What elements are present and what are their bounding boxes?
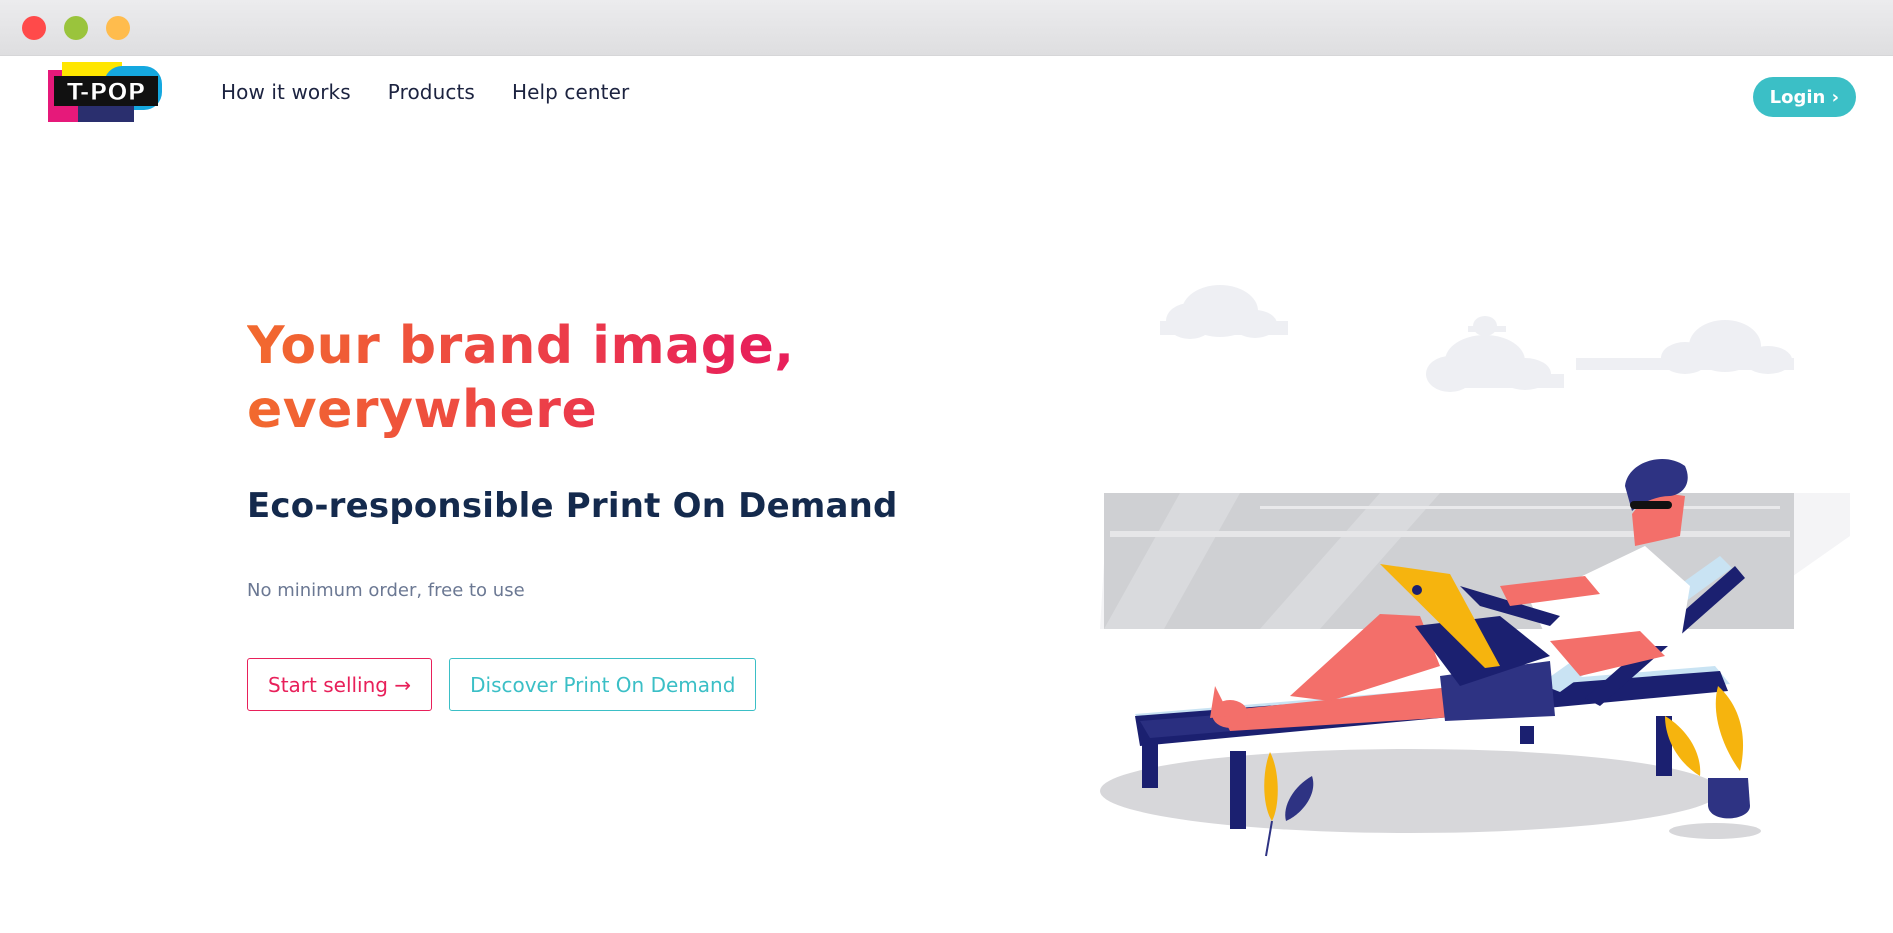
hero-subtitle: Eco-responsible Print On Demand — [247, 486, 898, 526]
cloud-icon — [1426, 335, 1564, 392]
man-on-sunlounger-with-laptop-illustration — [1100, 285, 1850, 857]
discover-pod-button[interactable]: Discover Print On Demand — [449, 658, 757, 711]
window-titlebar — [0, 0, 1893, 56]
nav-help-center[interactable]: Help center — [512, 80, 629, 104]
hero-title-line-2: everywhere — [247, 378, 887, 442]
nav-how-it-works[interactable]: How it works — [221, 80, 351, 104]
minimize-window-icon[interactable] — [64, 16, 88, 40]
main-nav: How it works Products Help center — [221, 80, 629, 104]
maximize-window-icon[interactable] — [106, 16, 130, 40]
tpop-logo-icon: T-POP — [48, 62, 162, 122]
cloud-icon — [1160, 285, 1288, 339]
hero-cta-group: Start selling → Discover Print On Demand — [247, 658, 757, 711]
cloud-icon — [1576, 320, 1794, 374]
login-button[interactable]: Login › — [1752, 77, 1856, 117]
hero-note: No minimum order, free to use — [247, 580, 525, 601]
start-selling-button[interactable]: Start selling → — [247, 658, 433, 711]
tpop-logo[interactable]: T-POP — [48, 62, 164, 124]
hero-illustration — [1080, 246, 1850, 886]
nav-products[interactable]: Products — [388, 80, 475, 104]
browser-window: T-POP How it works Products Help center … — [0, 0, 1893, 933]
close-window-icon[interactable] — [22, 16, 46, 40]
landing-page: T-POP How it works Products Help center … — [0, 56, 1893, 933]
hero-title: Your brand image, everywhere — [247, 314, 887, 442]
cloud-icon — [1468, 316, 1506, 336]
hero-title-line-1: Your brand image, — [247, 314, 887, 378]
logo-text: T-POP — [67, 78, 145, 106]
